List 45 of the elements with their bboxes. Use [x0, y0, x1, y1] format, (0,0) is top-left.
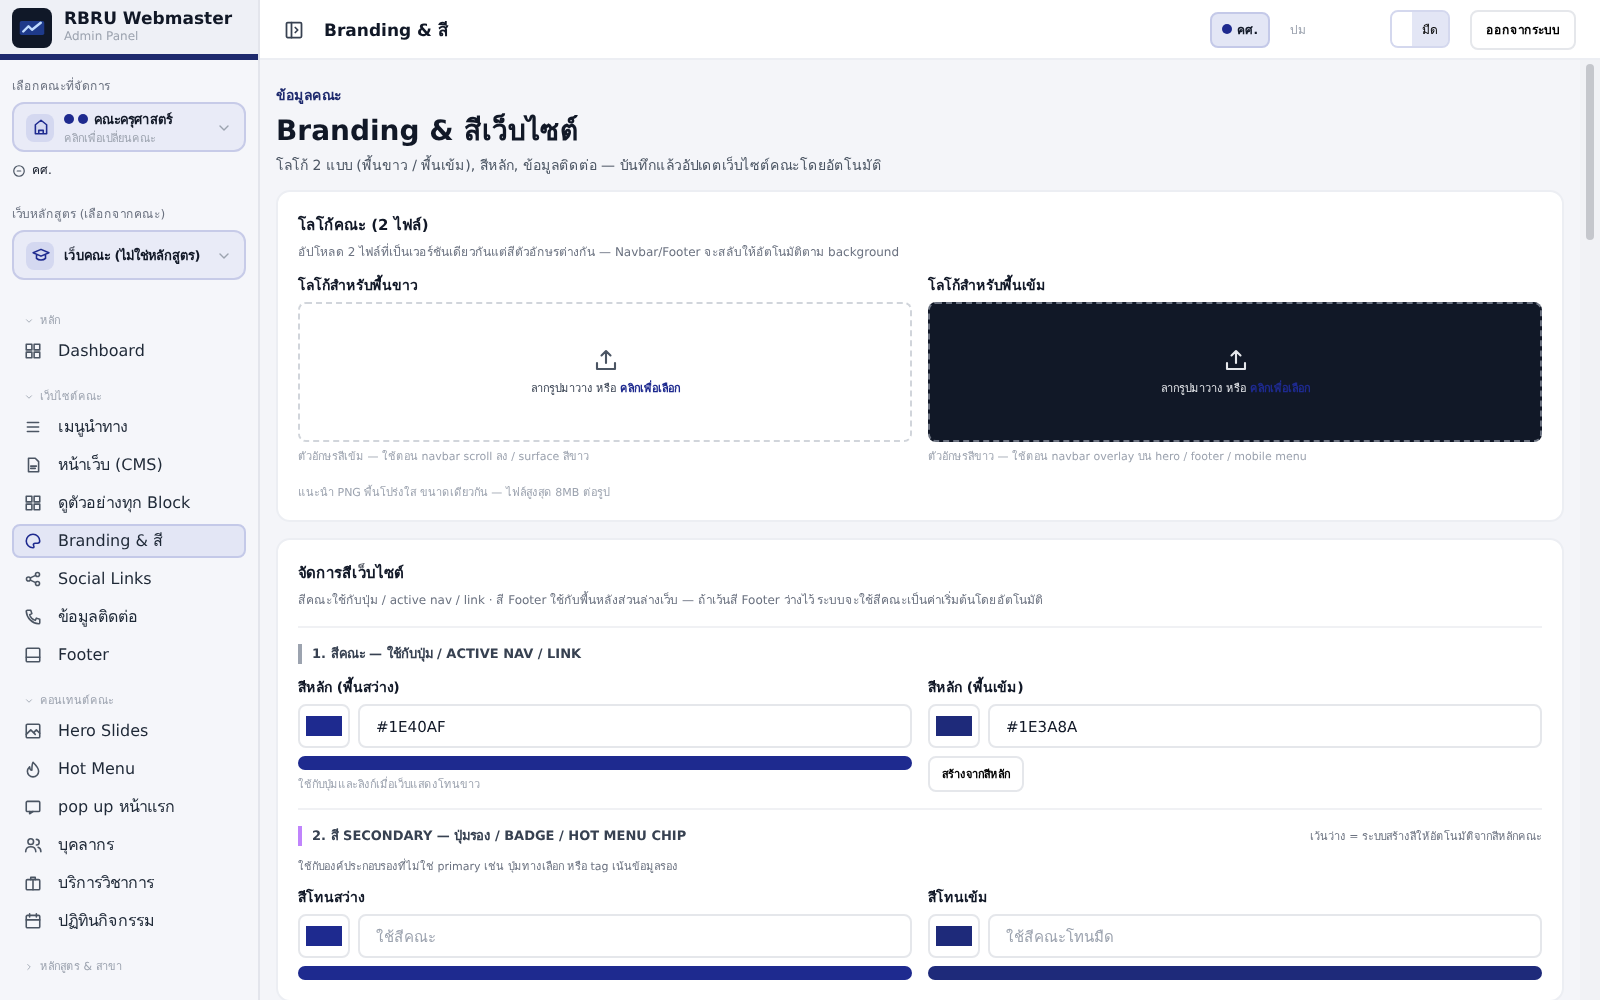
sidebar-item[interactable]: ดูตัวอย่างทุก Block [12, 486, 246, 520]
flame-icon [24, 760, 42, 778]
graduation-cap-icon [31, 246, 49, 264]
sidebar-item[interactable]: pop up หน้าแรก [12, 790, 246, 824]
share-icon [24, 570, 42, 588]
calendar-icon [24, 912, 42, 930]
sidebar-item[interactable]: Social Links [12, 562, 246, 596]
phone-icon [24, 608, 42, 626]
sidebar-item[interactable]: บุคลากร [12, 828, 246, 862]
grid-icon [24, 342, 42, 360]
circle-icon [12, 163, 26, 177]
dot-icon [1221, 24, 1232, 34]
page-heading: Branding & สีเว็บไซต์ [276, 111, 580, 152]
sidebar-item[interactable]: บริการวิชาการ [12, 866, 246, 900]
briefcase-icon [24, 874, 42, 892]
dot-icon [64, 113, 74, 124]
dot-icon [78, 113, 88, 124]
color-swatch[interactable] [928, 704, 980, 748]
grid-icon [24, 494, 42, 512]
sidebar-item[interactable]: ปฏิทินกิจกรรม [12, 904, 246, 938]
sidebar-item[interactable]: Branding & สี [12, 524, 246, 558]
users-icon [24, 836, 42, 854]
sidebar-item[interactable]: ข้อมูลติดต่อ [12, 600, 246, 634]
sidebar-item[interactable]: Hot Menu [12, 752, 246, 786]
sidebar-item[interactable]: เมนูนำทาง [12, 410, 246, 444]
color-swatch[interactable] [298, 914, 350, 958]
list-icon [24, 418, 42, 436]
palette-icon [24, 532, 42, 550]
building-icon [31, 118, 49, 136]
sidebar-item[interactable]: Dashboard [12, 334, 246, 368]
sidebar-toggle-icon[interactable] [284, 19, 304, 39]
upload-icon [593, 348, 617, 372]
image-icon [24, 722, 42, 740]
message-icon [24, 798, 42, 816]
color-swatch[interactable] [298, 704, 350, 748]
scrollbar[interactable] [1580, 60, 1600, 1000]
document-icon [24, 456, 42, 474]
page-title: Branding & สี [324, 19, 451, 43]
sidebar-item[interactable]: Footer [12, 638, 246, 672]
upload-icon [1223, 348, 1247, 372]
sidebar-item[interactable]: หน้าเว็บ (CMS) [12, 448, 246, 482]
app-name: RBRU Webmaster [64, 10, 233, 30]
sidebar-item[interactable]: Hero Slides [12, 714, 246, 748]
footer-icon [24, 646, 42, 664]
color-swatch[interactable] [928, 914, 980, 958]
